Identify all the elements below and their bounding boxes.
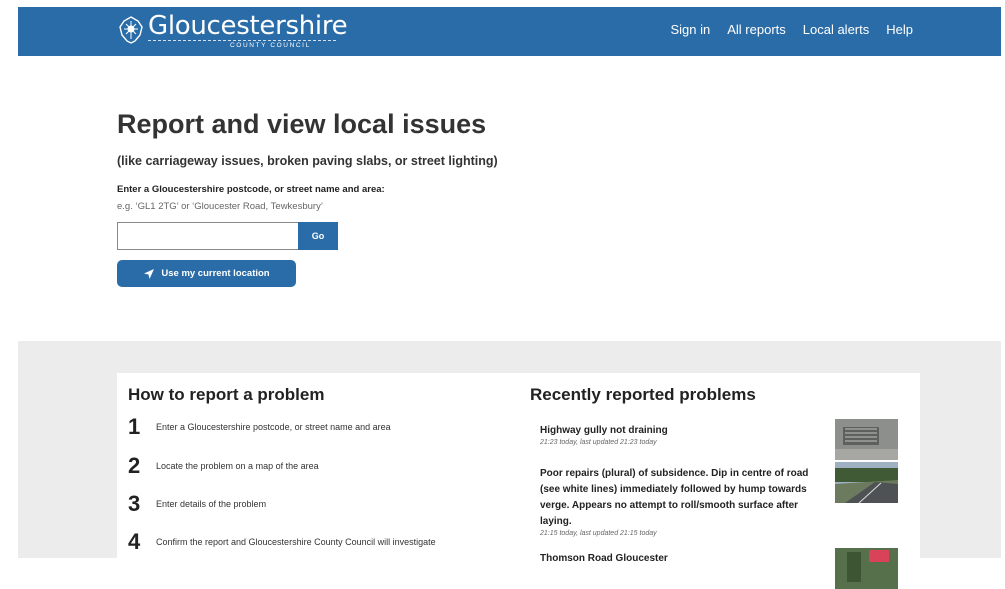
step-3: 3 Enter details of the problem [128,491,266,517]
use-location-button[interactable]: Use my current location [117,260,296,287]
site-header: Gloucestershire COUNTY COUNCIL Sign in A… [18,7,1001,56]
step-number: 4 [128,529,141,554]
go-button[interactable]: Go [298,222,338,250]
recent-title: Recently reported problems [530,385,756,404]
step-text: Enter a Gloucestershire postcode, or str… [156,422,391,432]
step-text: Confirm the report and Gloucestershire C… [156,537,436,547]
problem-item[interactable]: Highway gully not draining 21:23 today, … [540,423,825,446]
nav-local-alerts[interactable]: Local alerts [803,22,869,37]
step-4: 4 Confirm the report and Gloucestershire… [128,529,436,555]
step-number: 2 [128,453,141,478]
nav-all-reports[interactable]: All reports [727,22,786,37]
search-hint: e.g. ‘GL1 2TG’ or ‘Gloucester Road, Tewk… [117,201,323,212]
problem-meta: 21:23 today, last updated 21:23 today [540,439,657,446]
top-nav: Sign in All reports Local alerts Help [670,22,913,37]
step-1: 1 Enter a Gloucestershire postcode, or s… [128,414,391,440]
page-subtitle: (like carriageway issues, broken paving … [117,154,498,168]
step-number: 1 [128,414,141,439]
step-number: 3 [128,491,141,516]
problem-title[interactable]: Highway gully not draining [540,423,825,439]
page-title: Report and view local issues [117,109,487,139]
step-text: Enter details of the problem [156,499,267,509]
step-text: Locate the problem on a map of the area [156,461,319,471]
problem-meta: 21:15 today, last updated 21:15 today [540,530,657,537]
step-2: 2 Locate the problem on a map of the are… [128,453,319,479]
problem-item[interactable]: Thomson Road Gloucester [540,551,825,567]
use-location-label: Use my current location [161,268,270,279]
problem-thumbnail[interactable] [835,548,898,589]
search-input[interactable] [117,222,298,250]
logo-subtitle: COUNTY COUNCIL [230,42,311,49]
logo-wordmark: Gloucestershire [148,11,348,41]
how-to-title: How to report a problem [128,385,325,404]
problem-thumbnail[interactable] [835,419,898,460]
problem-item[interactable]: Poor repairs (plural) of subsidence. Dip… [540,466,825,537]
nav-sign-in[interactable]: Sign in [670,22,710,37]
problem-thumbnail[interactable] [835,462,898,503]
problem-title[interactable]: Thomson Road Gloucester [540,551,825,567]
problem-title[interactable]: Poor repairs (plural) of subsidence. Dip… [540,466,825,530]
nav-help[interactable]: Help [886,22,913,37]
crest-icon [119,16,143,44]
council-logo[interactable]: Gloucestershire COUNTY COUNCIL [118,11,348,53]
search-label: Enter a Gloucestershire postcode, or str… [117,184,385,195]
location-arrow-icon [144,268,155,279]
logo-divider [148,40,336,41]
